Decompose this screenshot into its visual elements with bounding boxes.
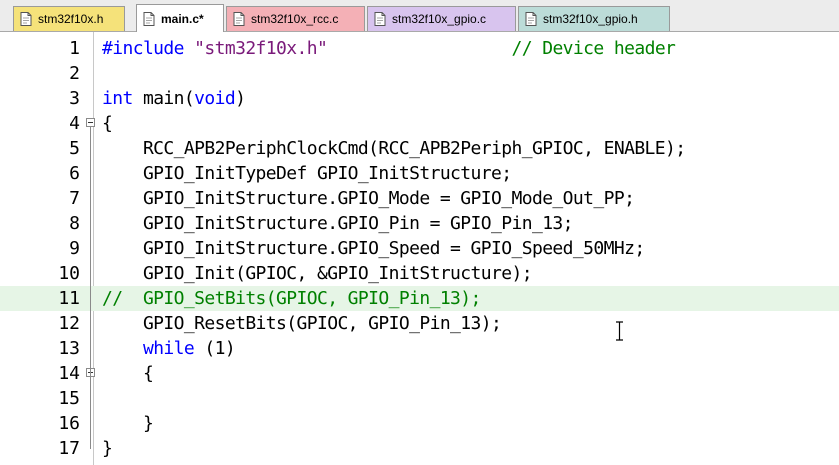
file-icon	[143, 11, 155, 26]
code-line[interactable]: 14 {	[0, 361, 839, 386]
tab-label: stm32f10x_gpio.c	[392, 12, 487, 26]
code-token: (1)	[194, 338, 236, 359]
code-line[interactable]: 10 GPIO_Init(GPIOC, &GPIO_InitStructure)…	[0, 261, 839, 286]
code-line[interactable]: 2	[0, 61, 839, 86]
code-text: }	[102, 436, 113, 461]
line-number: 10	[58, 263, 80, 284]
code-text: #include "stm32f10x.h" // Device header	[102, 36, 676, 61]
code-line[interactable]: 15	[0, 386, 839, 411]
code-text: int main(void)	[102, 86, 246, 111]
line-number: 16	[58, 413, 80, 434]
line-number: 8	[69, 213, 80, 234]
code-token: }	[102, 413, 154, 434]
code-text: GPIO_Init(GPIOC, &GPIO_InitStructure);	[102, 261, 533, 286]
line-number: 14	[58, 363, 80, 384]
code-token: )	[235, 88, 246, 109]
code-line[interactable]: 6 GPIO_InitTypeDef GPIO_InitStructure;	[0, 161, 839, 186]
tab-label: stm32f10x_gpio.h	[543, 12, 638, 26]
code-token: GPIO_InitTypeDef GPIO_InitStructure;	[102, 163, 512, 184]
line-number: 7	[69, 188, 80, 209]
code-text: }	[102, 411, 154, 436]
code-text: {	[102, 111, 113, 136]
text-cursor-icon	[616, 321, 623, 341]
code-line[interactable]: 3 int main(void)	[0, 86, 839, 111]
line-number: 1	[69, 38, 80, 59]
code-text: GPIO_InitStructure.GPIO_Speed = GPIO_Spe…	[102, 236, 645, 261]
line-number: 15	[58, 388, 80, 409]
code-token: while	[142, 338, 195, 359]
code-token: RCC_APB2PeriphClockCmd(RCC_APB2Periph_GP…	[102, 138, 686, 159]
code-token: main(	[132, 88, 195, 109]
line-number: 9	[69, 238, 80, 259]
code-line[interactable]: 16 }	[0, 411, 839, 436]
code-line[interactable]: 17}	[0, 436, 839, 461]
code-token: GPIO_Init(GPIOC, &GPIO_InitStructure);	[102, 263, 533, 284]
tab-stm32f10x-h[interactable]: stm32f10x.h	[13, 6, 125, 31]
code-line[interactable]: 12 GPIO_ResetBits(GPIOC, GPIO_Pin_13);	[0, 311, 839, 336]
code-token: GPIO_InitStructure.GPIO_Mode = GPIO_Mode…	[102, 188, 635, 209]
code-text: GPIO_InitTypeDef GPIO_InitStructure;	[102, 161, 512, 186]
code-token: void	[194, 88, 236, 109]
code-text: // GPIO_SetBits(GPIOC, GPIO_Pin_13);	[102, 286, 481, 311]
code-text: GPIO_InitStructure.GPIO_Mode = GPIO_Mode…	[102, 186, 635, 211]
tab-label: stm32f10x.h	[38, 12, 104, 26]
code-line[interactable]: 4{	[0, 111, 839, 136]
line-number: 13	[58, 338, 80, 359]
editor-tab-bar: stm32f10x.h main.c* stm32f10x_rcc.c stm32f1…	[0, 0, 839, 32]
code-text: {	[102, 361, 154, 386]
line-number: 6	[69, 163, 80, 184]
code-line[interactable]: 1 #include "stm32f10x.h" // Device header	[0, 36, 839, 61]
line-number: 17	[58, 438, 80, 459]
code-line[interactable]: 9 GPIO_InitStructure.GPIO_Speed = GPIO_S…	[0, 236, 839, 261]
code-text: while (1)	[102, 336, 236, 361]
code-token: {	[102, 363, 154, 384]
code-line[interactable]: 8 GPIO_InitStructure.GPIO_Pin = GPIO_Pin…	[0, 211, 839, 236]
fold-collapse-icon[interactable]	[86, 118, 95, 127]
code-line[interactable]: 5 RCC_APB2PeriphClockCmd(RCC_APB2Periph_…	[0, 136, 839, 161]
file-icon	[20, 12, 32, 26]
file-icon	[525, 12, 537, 26]
code-token: int	[102, 88, 133, 109]
tab-label: stm32f10x_rcc.c	[251, 12, 339, 26]
code-token: GPIO_InitStructure.GPIO_Pin = GPIO_Pin_1…	[102, 213, 574, 234]
code-token: {	[102, 113, 113, 134]
code-line[interactable]: 13 while (1)	[0, 336, 839, 361]
code-token: "stm32f10x.h"	[194, 38, 328, 59]
line-number: 2	[69, 63, 80, 84]
code-editor[interactable]: 1 #include "stm32f10x.h" // Device header…	[0, 32, 839, 465]
line-number: 3	[69, 88, 80, 109]
code-token: GPIO_ResetBits(GPIOC, GPIO_Pin_13);	[102, 313, 502, 334]
code-token: #include	[102, 38, 195, 59]
code-token: // GPIO_SetBits(GPIOC, GPIO_Pin_13);	[102, 288, 481, 309]
fold-guide	[90, 127, 91, 449]
code-line[interactable]: 7 GPIO_InitStructure.GPIO_Mode = GPIO_Mo…	[0, 186, 839, 211]
file-icon	[374, 12, 386, 26]
code-token: // Device header	[511, 38, 676, 59]
tab-stm32f10x-gpio-c[interactable]: stm32f10x_gpio.c	[367, 6, 516, 31]
line-number: 11	[58, 288, 80, 309]
code-text: RCC_APB2PeriphClockCmd(RCC_APB2Periph_GP…	[102, 136, 686, 161]
file-icon	[233, 12, 245, 26]
tab-main-c[interactable]: main.c*	[136, 4, 224, 32]
code-line[interactable]: 11 // GPIO_SetBits(GPIOC, GPIO_Pin_13);	[0, 286, 839, 311]
tab-stm32f10x-gpio-h[interactable]: stm32f10x_gpio.h	[518, 6, 670, 31]
line-number: 4	[69, 113, 80, 134]
line-number: 5	[69, 138, 80, 159]
code-text: GPIO_InitStructure.GPIO_Pin = GPIO_Pin_1…	[102, 211, 574, 236]
code-text: GPIO_ResetBits(GPIOC, GPIO_Pin_13);	[102, 311, 502, 336]
tab-stm32f10x-rcc-c[interactable]: stm32f10x_rcc.c	[226, 6, 365, 31]
code-token: GPIO_InitStructure.GPIO_Speed = GPIO_Spe…	[102, 238, 645, 259]
line-number: 12	[58, 313, 80, 334]
code-token: }	[102, 438, 113, 459]
tab-label: main.c*	[161, 11, 204, 26]
